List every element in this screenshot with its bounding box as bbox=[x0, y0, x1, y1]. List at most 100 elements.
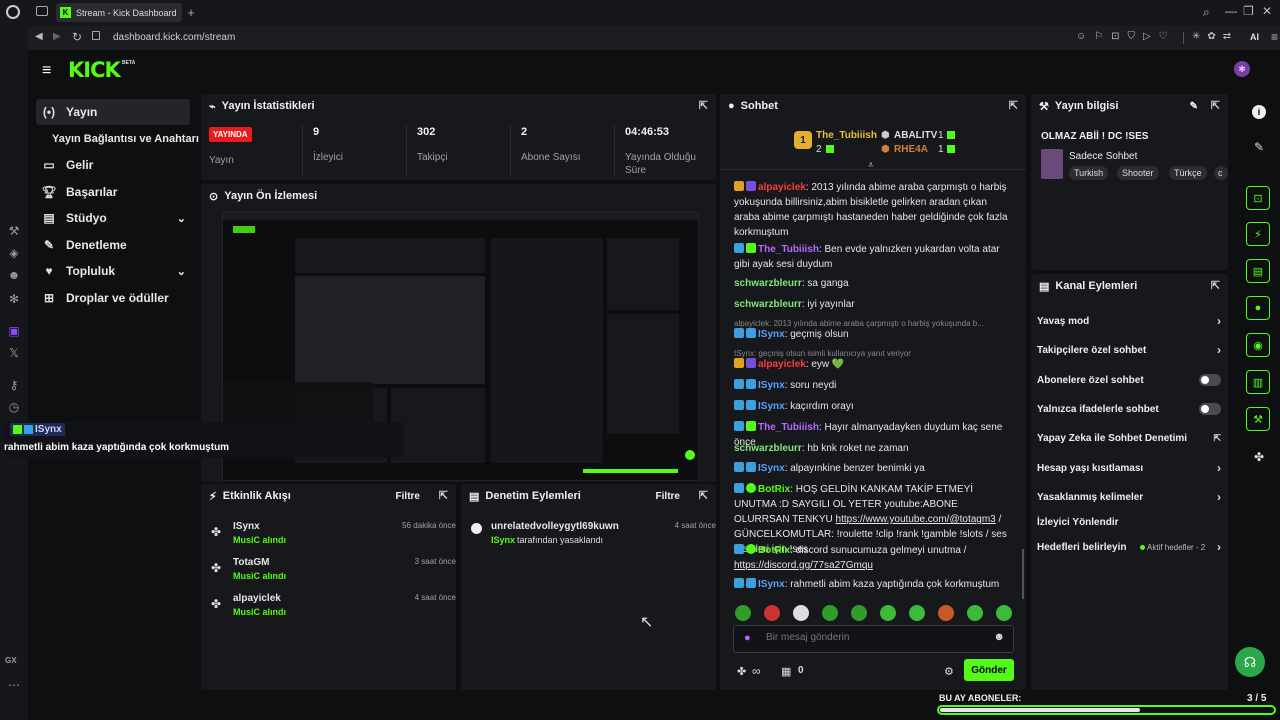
back-icon[interactable]: ◀ bbox=[35, 31, 43, 42]
channel-action-account-age[interactable]: Hesap yaşı kısıtlaması › bbox=[1037, 456, 1231, 480]
support-icon[interactable]: ☊ bbox=[1235, 647, 1265, 677]
extension-icons[interactable]: ☺⚐⊡⛉▷♡ bbox=[1076, 31, 1176, 42]
sidebar-item-yayin[interactable]: (•) Yayın bbox=[36, 99, 190, 125]
channel-action-followers-only[interactable]: Takipçilere özel sohbet › bbox=[1037, 338, 1231, 362]
moderation-user[interactable]: unrelatedvolleygytl69kuwn bbox=[491, 521, 619, 532]
ai-button[interactable]: AI bbox=[1250, 32, 1259, 42]
minimize-icon[interactable]: — bbox=[1225, 4, 1237, 18]
chat-link[interactable]: https://www.youtube.com/@totagm3 bbox=[836, 514, 996, 525]
moderation-by[interactable]: ISynx bbox=[491, 535, 515, 545]
url-text[interactable]: dashboard.kick.com/stream bbox=[113, 32, 235, 43]
sidebar-tool-icon[interactable]: ⚒ bbox=[5, 222, 23, 240]
screenshot-icon[interactable]: ⊡ bbox=[1246, 186, 1270, 210]
expand-icon[interactable]: ⇱ bbox=[439, 489, 448, 502]
browser-tab[interactable]: K Stream - Kick Dashboard bbox=[56, 3, 182, 22]
sidebar-item-denetleme[interactable]: ✎ Denetleme bbox=[36, 232, 190, 258]
hamburger-icon[interactable]: ≡ bbox=[42, 62, 51, 80]
emote-icon[interactable] bbox=[793, 605, 809, 621]
search-icon[interactable]: ⌕ bbox=[1203, 5, 1210, 20]
expand-icon[interactable]: ⇱ bbox=[699, 489, 708, 502]
send-button[interactable]: Gönder bbox=[964, 659, 1014, 681]
edit-icon[interactable]: ✎ bbox=[1190, 101, 1198, 112]
more-dots-icon[interactable]: ⋯ bbox=[5, 676, 23, 694]
chat-user[interactable]: ISynx bbox=[758, 579, 785, 590]
flash-icon[interactable]: ⚡︎ bbox=[1246, 222, 1270, 246]
chat-user[interactable]: BotRix bbox=[758, 545, 790, 556]
x-icon[interactable]: 𝕏 bbox=[5, 344, 23, 362]
chat-user[interactable]: ISynx bbox=[758, 401, 785, 412]
points-rail-icon[interactable]: ✤ bbox=[1250, 448, 1268, 466]
leader-name[interactable]: The_Tubiiish bbox=[816, 130, 877, 141]
wrench-icon[interactable]: ⚷ bbox=[5, 376, 23, 394]
channel-action-raid[interactable]: İzleyici Yönlendir bbox=[1037, 510, 1231, 534]
chat-input-box[interactable]: ● ☻ bbox=[733, 625, 1014, 653]
menu-icon[interactable]: ≡ bbox=[1271, 30, 1278, 44]
tag[interactable]: c bbox=[1214, 166, 1228, 180]
tag[interactable]: Shooter bbox=[1117, 166, 1159, 180]
emotes-only-toggle[interactable] bbox=[1199, 403, 1221, 415]
emote-icon[interactable] bbox=[996, 605, 1012, 621]
document-icon[interactable]: ▤ bbox=[1246, 259, 1270, 283]
activity-user[interactable]: alpayiclek bbox=[233, 593, 281, 604]
forward-icon[interactable]: ▶ bbox=[53, 31, 61, 42]
chat-bubble-icon[interactable]: ● bbox=[1246, 296, 1270, 320]
expand-icon[interactable]: ⇱ bbox=[1211, 279, 1220, 292]
sidebar-item-studyo[interactable]: ▤ Stüdyo ⌄ bbox=[36, 205, 190, 231]
edit-rail-icon[interactable]: ✎ bbox=[1250, 138, 1268, 156]
filter-button[interactable]: Filtre bbox=[396, 491, 420, 502]
sidebar-discord-icon[interactable]: ☻ bbox=[5, 266, 23, 284]
layout-icon[interactable]: ▥ bbox=[1246, 370, 1270, 394]
emote-icon[interactable] bbox=[822, 605, 838, 621]
activity-user[interactable]: TotaGM bbox=[233, 557, 269, 568]
category-name[interactable]: Sadece Sohbet bbox=[1069, 151, 1137, 162]
chat-user[interactable]: ISynx bbox=[758, 380, 785, 391]
history-icon[interactable]: ◷ bbox=[5, 398, 23, 416]
channel-action-subs-only[interactable]: Abonelere özel sohbet bbox=[1037, 368, 1231, 392]
chat-scrollbar[interactable] bbox=[1022, 549, 1024, 599]
sidebar-item-basarilar[interactable]: 🏆︎ Başarılar bbox=[36, 179, 190, 205]
chat-user[interactable]: alpayiclek bbox=[758, 359, 806, 370]
sidebar-item-droplar[interactable]: ⊞ Droplar ve ödüller bbox=[36, 285, 190, 311]
sidebar-item-topluluk[interactable]: ♥ Topluluk ⌄ bbox=[36, 258, 190, 284]
subs-only-toggle[interactable] bbox=[1199, 374, 1221, 386]
info-icon[interactable]: i bbox=[1252, 105, 1266, 119]
chat-user[interactable]: alpayiclek bbox=[758, 182, 806, 193]
category-thumbnail[interactable] bbox=[1041, 149, 1063, 179]
gift-icon[interactable]: ▦ bbox=[781, 665, 791, 678]
channel-action-emotes-only[interactable]: Yalnızca ifadelerle sohbet bbox=[1037, 397, 1231, 421]
reload-icon[interactable]: ↻ bbox=[72, 30, 82, 44]
restore-icon[interactable]: ❐ bbox=[1243, 4, 1254, 18]
second-name[interactable]: ABALITV bbox=[894, 130, 937, 141]
channel-action-banned-words[interactable]: Yasaklanmış kelimeler › bbox=[1037, 485, 1231, 509]
workspace-icon[interactable] bbox=[36, 6, 48, 16]
tag[interactable]: Turkish bbox=[1069, 166, 1109, 180]
close-icon[interactable]: ✕ bbox=[1262, 4, 1272, 18]
emote-icon[interactable] bbox=[909, 605, 925, 621]
chat-user[interactable]: schwarzbleurr bbox=[734, 278, 802, 289]
sidebar-item-gelir[interactable]: ▭ Gelir bbox=[36, 152, 190, 178]
channel-action-slow-mode[interactable]: Yavaş mod › bbox=[1037, 309, 1231, 333]
wrench-rail-icon[interactable]: ⚒ bbox=[1246, 407, 1270, 431]
emote-icon[interactable] bbox=[851, 605, 867, 621]
chat-user[interactable]: schwarzbleurr bbox=[734, 443, 802, 454]
new-tab-icon[interactable]: + bbox=[185, 4, 197, 20]
emote-icon[interactable] bbox=[735, 605, 751, 621]
opera-logo-icon[interactable] bbox=[6, 5, 20, 19]
settings-icon[interactable]: ⚙ bbox=[944, 665, 954, 678]
channel-action-goals[interactable]: Hedefleri belirleyin Aktif hedefler - 2 … bbox=[1037, 535, 1231, 559]
chat-user[interactable]: ISynx bbox=[758, 329, 785, 340]
chat-user[interactable]: The_Tubiiish bbox=[758, 244, 819, 255]
broadcast-rail-icon[interactable]: ◉ bbox=[1246, 333, 1270, 357]
gx-label[interactable]: GX bbox=[5, 656, 23, 674]
microphone-icon[interactable]: ● bbox=[744, 632, 751, 644]
expand-icon[interactable]: ⇱ bbox=[699, 99, 708, 112]
emoji-icon[interactable]: ☻ bbox=[993, 631, 1005, 643]
emote-icon[interactable] bbox=[967, 605, 983, 621]
user-avatar[interactable]: ✱ bbox=[1234, 61, 1250, 77]
expand-icon[interactable]: ⇱ bbox=[1009, 99, 1018, 112]
kick-logo[interactable]: KICK bbox=[68, 58, 121, 82]
emote-icon[interactable] bbox=[764, 605, 780, 621]
sidebar-gx-icon[interactable]: ◈ bbox=[5, 244, 23, 262]
filter-button[interactable]: Filtre bbox=[656, 491, 680, 502]
emote-icon[interactable] bbox=[880, 605, 896, 621]
